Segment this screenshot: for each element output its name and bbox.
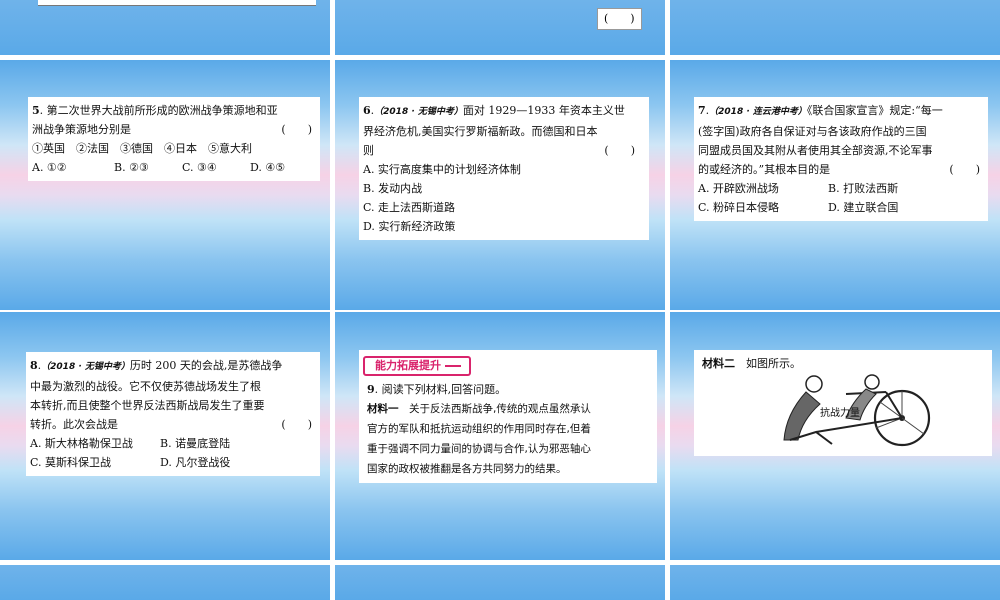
section-banner: 能力拓展提升 <box>363 356 471 376</box>
option-d: D. 实行新经济政策 <box>363 220 456 233</box>
material-one-label: 材料一 <box>367 403 399 415</box>
option-c: C. ③④ <box>182 161 217 174</box>
question-source: （2018 · 无锡中考） <box>41 362 130 372</box>
slide-thumbnail-top-left[interactable] <box>0 0 330 55</box>
question-text: 则 <box>363 144 374 157</box>
wheel-spoke <box>901 417 925 435</box>
slide-thumbnail-bottom-left[interactable] <box>0 565 330 600</box>
slide-thumbnail-material2[interactable]: 材料二 如图所示。 抗战力量 <box>670 312 1000 560</box>
question-text: 洲战争策源地分别是 <box>32 123 131 136</box>
question-number: 7 <box>698 104 706 117</box>
answer-paren: ( ) <box>604 144 635 157</box>
question-text: 《联合国家宣言》规定:“每一 <box>806 104 943 117</box>
options-row: A. 斯大林格勒保卫战 B. 诺曼底登陆 <box>30 434 320 453</box>
option-b: B. 发动内战 <box>363 182 423 195</box>
question-card-q5: 5. 第二次世界大战前所形成的欧洲战争策源地和亚 洲战争策源地分别是( ) ①英… <box>28 97 320 181</box>
slide-grid: ( ) 5. 第二次世界大战前所形成的欧洲战争策源地和亚 洲战争策源地分别是( … <box>0 0 1000 600</box>
material-one-text: 重于强调不同力量间的协调与合作,认为邪恶轴心 <box>367 443 591 455</box>
question-text: 中最为激烈的战役。它不仅使苏德战场发生了根 <box>30 380 261 393</box>
material-one-text: 国家的政权被推翻是各方共同努力的结果。 <box>367 463 567 475</box>
question-card-q7: 7.（2018 · 连云港中考）《联合国家宣言》规定:“每一 (签字国)政府各自… <box>694 97 988 221</box>
option-c: C. 莫斯科保卫战 <box>30 456 112 469</box>
question-text: 历时 200 天的会战,是苏德战争 <box>129 359 283 372</box>
option-c: C. 粉碎日本侵略 <box>698 201 780 214</box>
option-a: A. ①② <box>32 161 67 174</box>
rider-head <box>864 374 880 390</box>
slide-thumbnail-q6[interactable]: 6.（2018 · 无锡中考）面对 1929—1933 年资本主义世 界经济危机… <box>335 60 665 310</box>
option-b: B. 诺曼底登陆 <box>160 437 231 450</box>
material-two-card: 材料二 如图所示。 抗战力量 <box>694 350 992 456</box>
question-text: 第二次世界大战前所形成的欧洲战争策源地和亚 <box>46 104 278 117</box>
slide-thumbnail-q7[interactable]: 7.（2018 · 连云港中考）《联合国家宣言》规定:“每一 (签字国)政府各自… <box>670 60 1000 310</box>
option-d: D. ④⑤ <box>250 161 286 174</box>
cartoon-caption: 抗战力量 <box>820 406 860 419</box>
material-one: 材料一 关于反法西斯战争,传统的观点虽然承认 官方的军队和抵抗运动组织的作用同时… <box>367 399 657 479</box>
options-row: A. 开辟欧洲战场 B. 打败法西斯 <box>698 179 988 198</box>
answer-paren: ( ) <box>281 123 312 136</box>
option-a: A. 开辟欧洲战场 <box>698 182 779 195</box>
answer-paren: ( ) <box>949 163 980 176</box>
option-b: B. 打败法西斯 <box>828 182 899 195</box>
question-items: ①英国 ②法国 ③德国 ④日本 ⑤意大利 <box>32 142 252 155</box>
slide-thumbnail-bottom-middle[interactable] <box>335 565 665 600</box>
rider-head <box>805 375 823 393</box>
options-row: A. ①② B. ②③ C. ③④ D. ④⑤ <box>32 158 320 177</box>
question-number: 5 <box>32 104 40 117</box>
question-text: 界经济危机,美国实行罗斯福新政。而德国和日本 <box>363 125 598 138</box>
question-card-q6: 6.（2018 · 无锡中考）面对 1929—1933 年资本主义世 界经济危机… <box>359 97 649 240</box>
question-text: 的或经济的。”其根本目的是 <box>698 163 831 176</box>
question-text: 本转折,而且使整个世界反法西斯战局发生了重要 <box>30 399 265 412</box>
slide-thumbnail-q5[interactable]: 5. 第二次世界大战前所形成的欧洲战争策源地和亚 洲战争策源地分别是( ) ①英… <box>0 60 330 310</box>
slide-thumbnail-bottom-right[interactable] <box>670 565 1000 600</box>
question-text: 面对 1929—1933 年资本主义世 <box>462 104 625 117</box>
options-row: C. 粉碎日本侵略 D. 建立联合国 <box>698 198 988 217</box>
question-text: (签字国)政府各自保证对与各该政府作战的三国 <box>698 125 927 138</box>
material-two-text: 如图所示。 <box>746 357 801 370</box>
option-d: D. 凡尔登战役 <box>160 456 231 469</box>
question-source: （2018 · 无锡中考） <box>374 107 463 117</box>
question-card-q8: 8.（2018 · 无锡中考）历时 200 天的会战,是苏德战争 中最为激烈的战… <box>26 352 320 476</box>
question-text: 转折。此次会战是 <box>30 418 118 431</box>
slide-thumbnail-top-right[interactable] <box>670 0 1000 55</box>
option-b: B. ②③ <box>114 161 149 174</box>
question-source: （2018 · 连云港中考） <box>709 107 807 117</box>
option-d: D. 建立联合国 <box>828 201 899 214</box>
material-one-text: 关于反法西斯战争,传统的观点虽然承认 <box>409 403 591 415</box>
question-intro: 阅读下列材料,回答问题。 <box>381 383 507 396</box>
card-fragment <box>38 0 316 6</box>
answer-paren-box: ( ) <box>597 8 642 30</box>
bike-frame <box>885 391 903 419</box>
cartoon-image: 抗战力量 <box>783 374 931 447</box>
material-one-text: 官方的军队和抵抗运动组织的作用同时存在,但着 <box>367 423 591 435</box>
option-a: A. 斯大林格勒保卫战 <box>30 437 133 450</box>
material-two-label: 材料二 <box>702 357 735 370</box>
question-text: 同盟成员国及其附从者使用其全部资源,不论军事 <box>698 144 933 157</box>
section-banner-label: 能力拓展提升 <box>375 359 441 372</box>
answer-paren: ( ) <box>281 418 312 431</box>
slide-thumbnail-q8[interactable]: 8.（2018 · 无锡中考）历时 200 天的会战,是苏德战争 中最为激烈的战… <box>0 312 330 560</box>
question-card-q9: 能力拓展提升 9. 阅读下列材料,回答问题。 材料一 关于反法西斯战争,传统的观… <box>359 350 657 483</box>
question-number: 8 <box>30 359 38 372</box>
slide-thumbnail-top-middle[interactable]: ( ) <box>335 0 665 55</box>
options-row: C. 莫斯科保卫战 D. 凡尔登战役 <box>30 453 320 472</box>
wheel-spoke <box>879 401 903 419</box>
option-c: C. 走上法西斯道路 <box>363 201 456 214</box>
question-number: 6 <box>363 104 371 117</box>
banner-decoration <box>445 365 461 367</box>
option-a: A. 实行高度集中的计划经济体制 <box>363 163 521 176</box>
slide-thumbnail-q9[interactable]: 能力拓展提升 9. 阅读下列材料,回答问题。 材料一 关于反法西斯战争,传统的观… <box>335 312 665 560</box>
question-number: 9 <box>367 383 375 396</box>
